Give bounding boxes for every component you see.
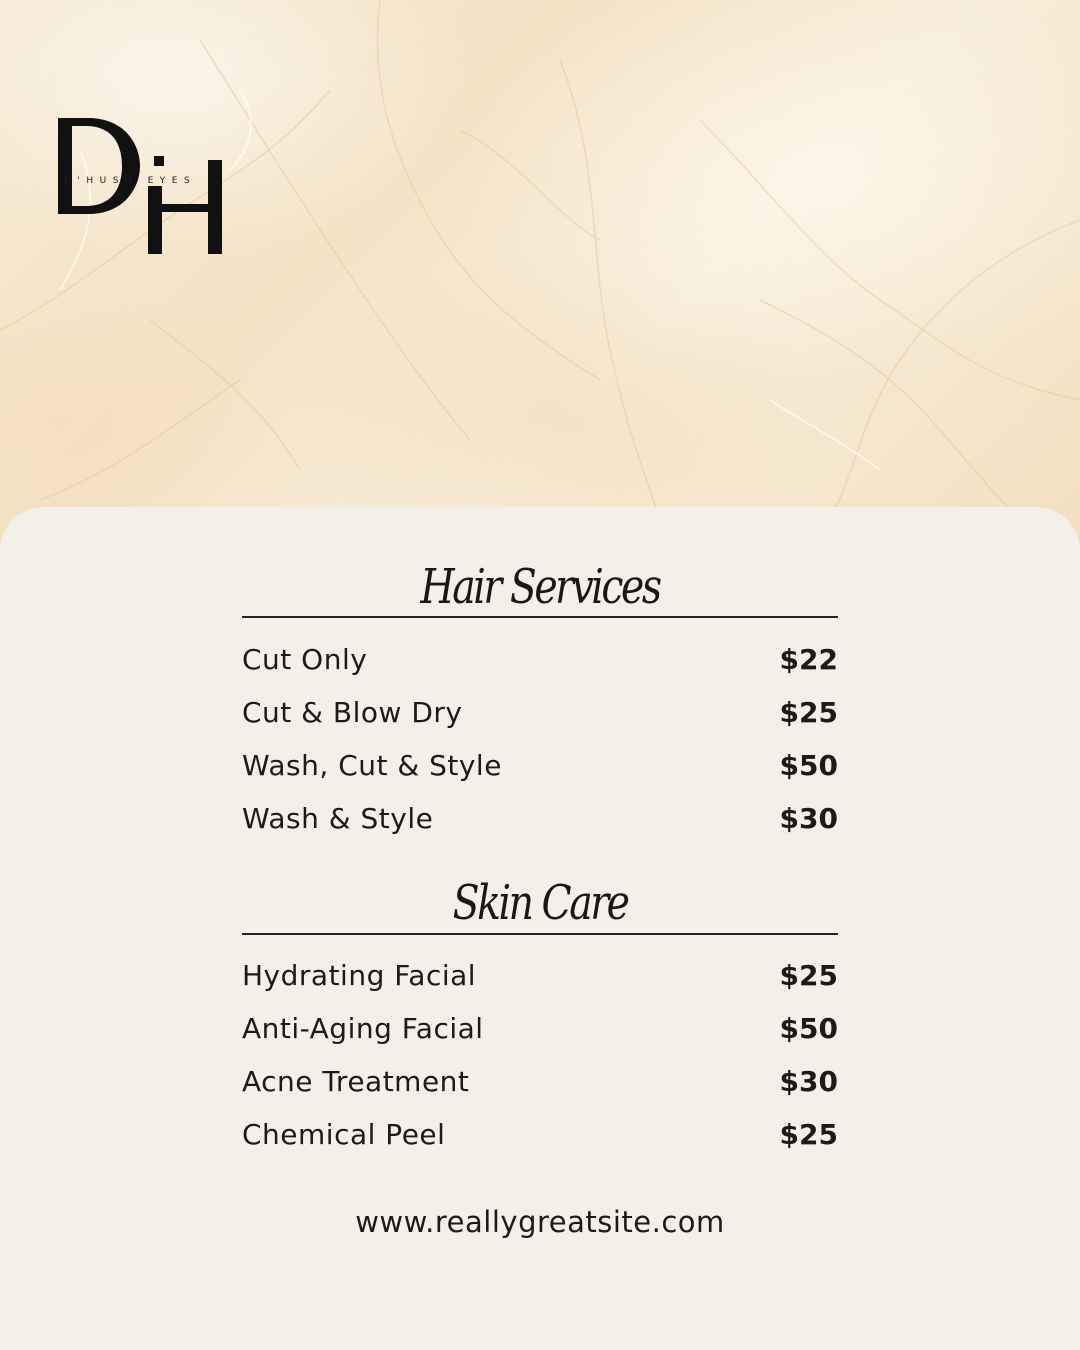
section-divider [242, 933, 838, 935]
brand-name: D'HUSH EYES [64, 176, 197, 186]
list-item: Wash & Style $30 [242, 799, 838, 839]
list-item: Hydrating Facial $25 [242, 956, 838, 996]
marble-veins [0, 0, 1080, 541]
service-price: $30 [779, 1065, 838, 1098]
section-title-skin: Skin Care [452, 875, 630, 931]
list-item: Acne Treatment $30 [242, 1062, 838, 1102]
service-price: $25 [779, 959, 838, 992]
service-price: $22 [779, 643, 838, 676]
service-name: Cut Only [242, 643, 368, 676]
monogram-icon [58, 118, 222, 254]
service-name: Chemical Peel [242, 1118, 446, 1151]
marble-background [0, 0, 1080, 560]
service-name: Wash & Style [242, 802, 434, 835]
service-name: Anti-Aging Facial [242, 1012, 484, 1045]
service-name: Acne Treatment [242, 1065, 470, 1098]
service-price: $25 [779, 1118, 838, 1151]
service-price: $50 [779, 749, 838, 782]
service-name: Cut & Blow Dry [242, 696, 463, 729]
section-divider [242, 616, 838, 618]
list-item: Cut Only $22 [242, 640, 838, 680]
service-name: Hydrating Facial [242, 959, 477, 992]
website-link[interactable]: www.reallygreatsite.com [0, 1202, 1080, 1242]
list-item: Chemical Peel $25 [242, 1115, 838, 1155]
service-price: $25 [779, 696, 838, 729]
section-title-hair: Hair Services [420, 559, 662, 615]
service-name: Wash, Cut & Style [242, 749, 502, 782]
service-price: $30 [779, 802, 838, 835]
service-price: $50 [779, 1012, 838, 1045]
list-item: Anti-Aging Facial $50 [242, 1009, 838, 1049]
list-item: Wash, Cut & Style $50 [242, 746, 838, 786]
brand-logo: D'HUSH EYES [58, 116, 230, 258]
list-item: Cut & Blow Dry $25 [242, 693, 838, 733]
